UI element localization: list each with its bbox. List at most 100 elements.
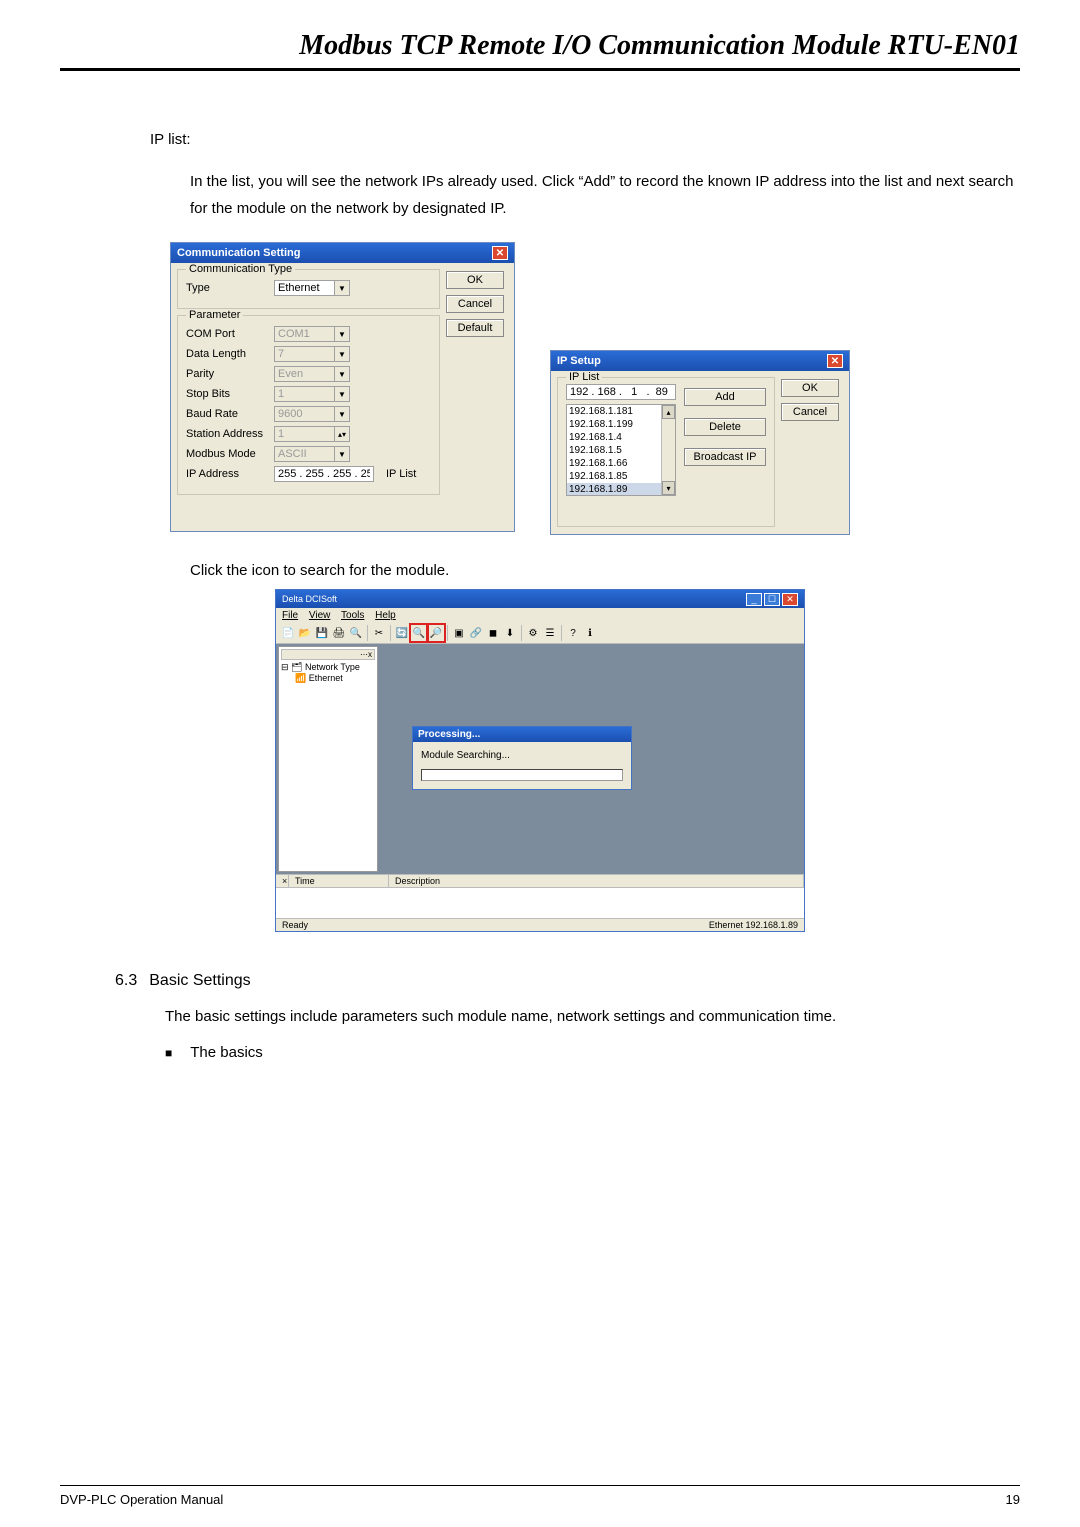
page-title: Modbus TCP Remote I/O Communication Modu… xyxy=(60,30,1020,71)
spinner-icon: ▴▾ xyxy=(334,426,350,442)
log-description-header: Description xyxy=(389,875,804,887)
communication-setting-window: Communication Setting ✕ Communication Ty… xyxy=(170,242,515,532)
ip-list-heading: IP list: xyxy=(150,131,1020,148)
print-icon[interactable]: 🖨 xyxy=(331,625,347,641)
progress-bar xyxy=(421,769,623,781)
new-icon[interactable]: 📄 xyxy=(280,625,296,641)
about-icon[interactable]: ℹ xyxy=(582,625,598,641)
ip-list-button[interactable]: IP List xyxy=(386,468,416,480)
baud-rate-select xyxy=(274,406,334,422)
stop-bits-select xyxy=(274,386,334,402)
chevron-down-icon[interactable]: ▼ xyxy=(334,280,350,296)
parity-select xyxy=(274,366,334,382)
dcisoft-titlebar: Delta DCISoft _ ☐ ✕ xyxy=(276,590,804,608)
connect-icon[interactable]: 🔗 xyxy=(468,625,484,641)
refresh-icon[interactable]: 🔄 xyxy=(394,625,410,641)
type-select[interactable] xyxy=(274,280,334,296)
modbus-mode-select xyxy=(274,446,334,462)
help-icon[interactable]: ? xyxy=(565,625,581,641)
list-item[interactable]: 192.168.1.4 xyxy=(567,431,675,444)
section-title: Basic Settings xyxy=(149,972,250,990)
chevron-down-icon: ▼ xyxy=(334,326,350,342)
cancel-button[interactable]: Cancel xyxy=(446,295,504,313)
dcisoft-title: Delta DCISoft xyxy=(282,594,337,604)
dcisoft-window: Delta DCISoft _ ☐ ✕ File View Tools Help… xyxy=(275,589,805,932)
group-communication-type: Communication Type xyxy=(186,263,295,275)
ip-setup-title: IP Setup xyxy=(557,355,601,367)
list-item[interactable]: 192.168.1.5 xyxy=(567,444,675,457)
close-icon[interactable]: ✕ xyxy=(827,354,843,368)
menu-tools[interactable]: Tools xyxy=(341,610,364,621)
search-ip-icon[interactable]: 🔎 xyxy=(428,625,444,641)
bullet-text: The basics xyxy=(190,1044,263,1061)
scroll-up-icon[interactable]: ▴ xyxy=(662,405,675,419)
ip-address-label: IP Address xyxy=(186,468,268,480)
data-length-label: Data Length xyxy=(186,348,268,360)
scroll-down-icon[interactable]: ▾ xyxy=(662,481,675,495)
log-time-header: Time xyxy=(289,875,389,887)
open-icon[interactable]: 📂 xyxy=(297,625,313,641)
group-parameter: Parameter xyxy=(186,309,243,321)
section-body: The basic settings include parameters su… xyxy=(165,1005,1020,1029)
chevron-down-icon: ▼ xyxy=(334,406,350,422)
stop-icon[interactable]: ◼ xyxy=(485,625,501,641)
tree-panel-close[interactable]: ⋯x xyxy=(281,649,375,660)
download-icon[interactable]: ⬇ xyxy=(502,625,518,641)
ip-address-input[interactable] xyxy=(274,466,374,482)
tree-panel: ⋯x ⊟ 🗂 Network Type 📶 Ethernet xyxy=(278,646,378,872)
ip-input[interactable] xyxy=(566,384,676,400)
default-button[interactable]: Default xyxy=(446,319,504,337)
menu-file[interactable]: File xyxy=(282,610,298,621)
ok-button[interactable]: OK xyxy=(781,379,839,397)
list-item[interactable]: 192.168.1.89 xyxy=(567,483,675,496)
log-toggle-icon[interactable]: × xyxy=(276,875,289,887)
ok-button[interactable]: OK xyxy=(446,271,504,289)
scrollbar[interactable]: ▴ ▾ xyxy=(661,405,675,495)
status-left: Ready xyxy=(282,920,308,930)
add-button[interactable]: Add xyxy=(684,388,766,406)
list-item[interactable]: 192.168.1.181 xyxy=(567,405,675,418)
ip-listbox[interactable]: 192.168.1.181 192.168.1.199 192.168.1.4 … xyxy=(566,404,676,496)
list-icon[interactable]: ☰ xyxy=(542,625,558,641)
app-main-area: Processing... Module Searching... xyxy=(382,646,802,872)
minimize-icon[interactable]: _ xyxy=(746,593,762,606)
click-icon-instruction: Click the icon to search for the module. xyxy=(190,562,1020,579)
ip-list-description: In the list, you will see the network IP… xyxy=(190,168,1020,222)
comm-setting-title: Communication Setting xyxy=(177,247,300,259)
processing-text: Module Searching... xyxy=(421,750,623,761)
list-item[interactable]: 192.168.1.199 xyxy=(567,418,675,431)
preview-icon[interactable]: 🔍 xyxy=(348,625,364,641)
baud-rate-label: Baud Rate xyxy=(186,408,268,420)
footer-page-number: 19 xyxy=(1006,1492,1020,1507)
delete-button[interactable]: Delete xyxy=(684,418,766,436)
search-icon[interactable]: 🔍 xyxy=(411,625,427,641)
modbus-mode-label: Modbus Mode xyxy=(186,448,268,460)
cancel-button[interactable]: Cancel xyxy=(781,403,839,421)
device-icon[interactable]: ▣ xyxy=(451,625,467,641)
com-port-select xyxy=(274,326,334,342)
menu-view[interactable]: View xyxy=(309,610,331,621)
cut-icon[interactable]: ✂ xyxy=(371,625,387,641)
menu-help[interactable]: Help xyxy=(375,610,396,621)
close-icon[interactable]: ✕ xyxy=(782,593,798,606)
menubar[interactable]: File View Tools Help xyxy=(276,608,804,623)
data-length-select xyxy=(274,346,334,362)
tree-item-ethernet[interactable]: 📶 Ethernet xyxy=(281,673,375,684)
section-heading: 6.3 Basic Settings xyxy=(115,972,1020,990)
maximize-icon[interactable]: ☐ xyxy=(764,593,780,606)
status-bar: Ready Ethernet 192.168.1.89 xyxy=(276,918,804,931)
chevron-down-icon: ▼ xyxy=(334,386,350,402)
ip-setup-titlebar: IP Setup ✕ xyxy=(551,351,849,371)
section-number: 6.3 xyxy=(115,972,137,990)
station-address-label: Station Address xyxy=(186,428,268,440)
close-icon[interactable]: ✕ xyxy=(492,246,508,260)
settings-icon[interactable]: ⚙ xyxy=(525,625,541,641)
save-icon[interactable]: 💾 xyxy=(314,625,330,641)
log-body xyxy=(276,888,804,918)
tree-root[interactable]: ⊟ 🗂 Network Type xyxy=(281,662,375,673)
chevron-down-icon: ▼ xyxy=(334,366,350,382)
list-item[interactable]: 192.168.1.85 xyxy=(567,470,675,483)
log-header: × Time Description xyxy=(276,875,804,888)
broadcast-ip-button[interactable]: Broadcast IP xyxy=(684,448,766,466)
list-item[interactable]: 192.168.1.66 xyxy=(567,457,675,470)
